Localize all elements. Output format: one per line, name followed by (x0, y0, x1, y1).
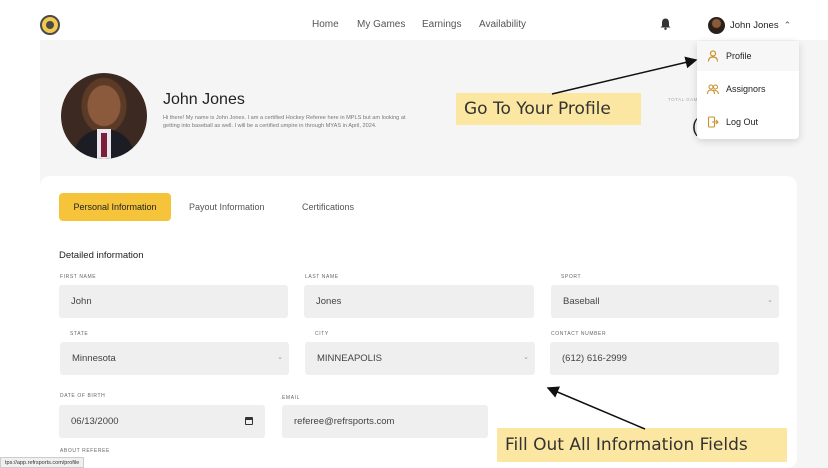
annotation-arrows (546, 56, 698, 430)
status-url-bar: tps://app.refrsports.com/profile (0, 457, 85, 468)
arrow-to-profile (551, 56, 698, 95)
arrow-to-fields (546, 386, 646, 430)
